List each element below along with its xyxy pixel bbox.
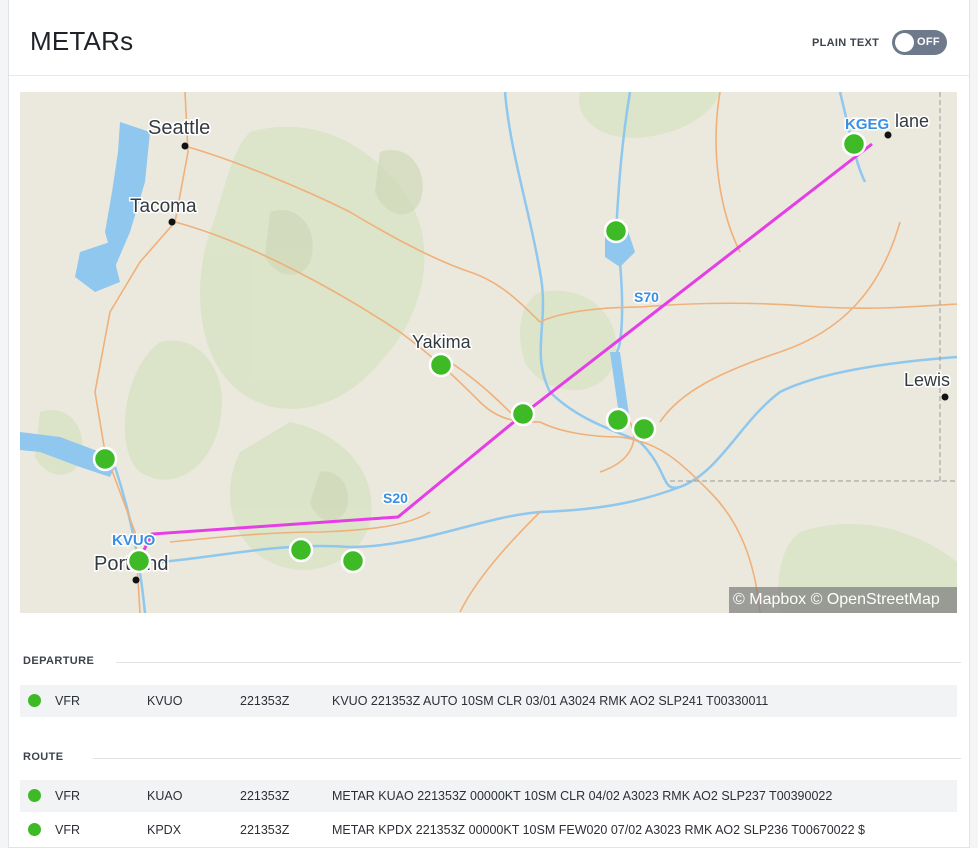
departure-label: KVUO (112, 532, 156, 549)
flight-category: VFR (55, 823, 80, 837)
station-marker-kgeg[interactable] (841, 131, 867, 157)
raw-metar: KVUO 221353Z AUTO 10SM CLR 03/01 A3024 R… (332, 694, 769, 708)
departure-section-title: DEPARTURE (23, 655, 95, 667)
station-id: KUAO (147, 789, 183, 803)
station-marker[interactable] (631, 416, 657, 442)
plain-text-label: PLAIN TEXT (812, 37, 880, 49)
flight-category: VFR (55, 789, 80, 803)
portland-dot (132, 576, 140, 584)
vfr-status-dot (28, 694, 41, 707)
departure-section-header: DEPARTURE (23, 655, 961, 669)
observation-time: 221353Z (240, 789, 290, 803)
segment-label-s20: S20 (383, 490, 408, 506)
metars-panel: METARs PLAIN TEXT OFF Seattle Tacoma Yak… (8, 0, 970, 848)
station-marker[interactable] (340, 548, 366, 574)
station-marker[interactable] (428, 352, 454, 378)
spokane-label: lane (895, 111, 929, 131)
map-canvas: Seattle Tacoma Yakima Lewis lane Portlan… (20, 92, 957, 613)
page-title: METARs (30, 26, 134, 56)
raw-metar: METAR KUAO 221353Z 00000KT 10SM CLR 04/0… (332, 789, 833, 803)
station-marker-kvuo[interactable] (126, 548, 152, 574)
station-id: KVUO (147, 694, 183, 708)
metar-row-kpdx[interactable]: VFR KPDX 221353Z METAR KPDX 221353Z 0000… (20, 814, 957, 846)
station-marker[interactable] (288, 537, 314, 563)
route-section-header: ROUTE (23, 751, 961, 765)
route-map[interactable]: Seattle Tacoma Yakima Lewis lane Portlan… (20, 92, 957, 613)
vfr-status-dot (28, 789, 41, 802)
yakima-label: Yakima (412, 332, 472, 352)
section-divider (116, 662, 961, 663)
station-marker-kuao[interactable] (92, 446, 118, 472)
seattle-label: Seattle (148, 117, 210, 139)
lewis-label: Lewis (904, 370, 950, 390)
toggle-state: OFF (917, 36, 940, 48)
station-marker[interactable] (605, 407, 631, 433)
route-section-title: ROUTE (23, 751, 64, 763)
plain-text-toggle[interactable]: OFF (892, 30, 947, 55)
flight-category: VFR (55, 694, 80, 708)
tacoma-dot (168, 218, 176, 226)
vfr-status-dot (28, 823, 41, 836)
destination-label: KGEG (845, 116, 889, 133)
station-id: KPDX (147, 823, 182, 837)
raw-metar: METAR KPDX 221353Z 00000KT 10SM FEW020 0… (332, 823, 865, 837)
lewiston-dot (941, 393, 949, 401)
seattle-dot (181, 142, 189, 150)
metar-row-kuao[interactable]: VFR KUAO 221353Z METAR KUAO 221353Z 0000… (20, 780, 957, 812)
tacoma-label: Tacoma (130, 196, 197, 217)
observation-time: 221353Z (240, 823, 290, 837)
station-marker[interactable] (510, 401, 536, 427)
metar-row-kvuo[interactable]: VFR KVUO 221353Z KVUO 221353Z AUTO 10SM … (20, 685, 957, 717)
station-marker[interactable] (603, 218, 629, 244)
panel-header: METARs PLAIN TEXT OFF (9, 0, 969, 76)
map-attribution[interactable]: © Mapbox © OpenStreetMap (729, 587, 957, 613)
section-divider (93, 758, 961, 759)
segment-label-s70: S70 (634, 289, 659, 305)
toggle-knob (895, 33, 914, 52)
observation-time: 221353Z (240, 694, 290, 708)
